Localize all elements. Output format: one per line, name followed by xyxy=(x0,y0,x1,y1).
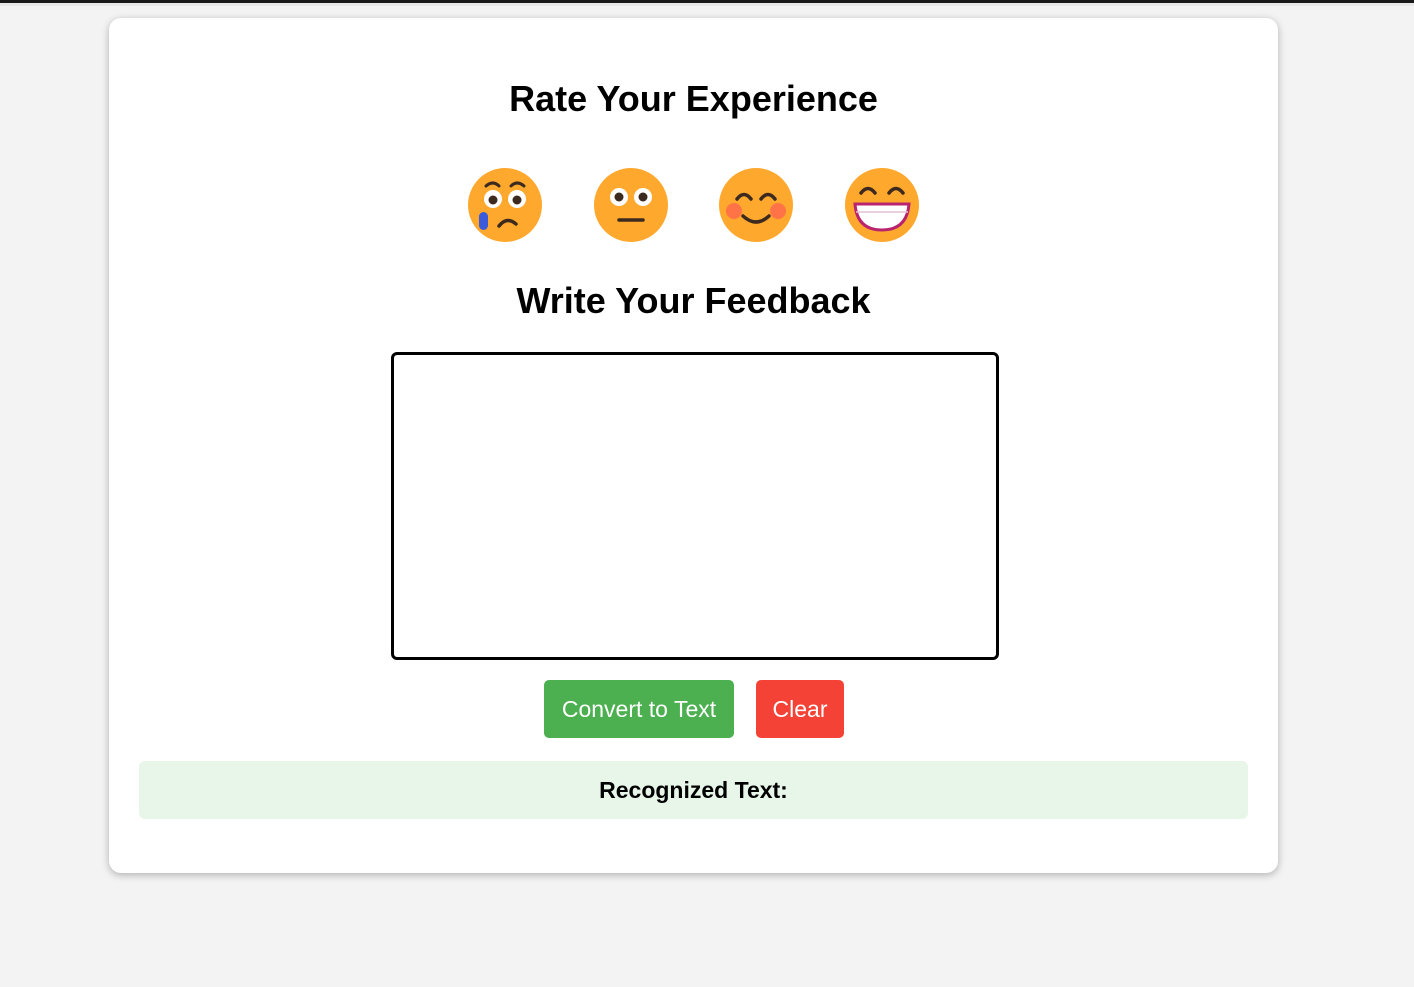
smiling-face-icon[interactable] xyxy=(717,166,795,244)
crying-face-icon[interactable] xyxy=(466,166,544,244)
convert-to-text-button[interactable]: Convert to Text xyxy=(544,680,734,738)
emoji-rating-row xyxy=(109,166,1278,244)
feedback-card: Rate Your Experience Write Your Feedback… xyxy=(109,18,1278,873)
recognized-text-label: Recognized Text: xyxy=(599,777,788,803)
handwriting-canvas[interactable] xyxy=(391,352,999,660)
browser-top-edge xyxy=(0,0,1414,6)
recognized-text-panel: Recognized Text: xyxy=(139,761,1248,819)
grinning-face-icon[interactable] xyxy=(843,166,921,244)
rating-title: Rate Your Experience xyxy=(509,78,878,119)
clear-button[interactable]: Clear xyxy=(756,680,844,738)
feedback-title: Write Your Feedback xyxy=(516,280,871,321)
neutral-face-icon[interactable] xyxy=(592,166,670,244)
